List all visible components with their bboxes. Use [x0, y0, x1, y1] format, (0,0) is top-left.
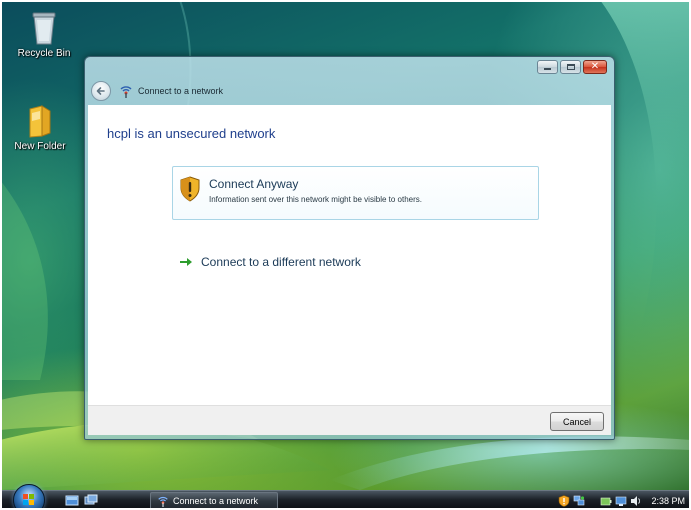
back-button[interactable] — [91, 81, 111, 101]
desktop-icon-recycle-bin[interactable]: Recycle Bin — [13, 10, 75, 59]
minimize-button[interactable] — [537, 60, 558, 74]
wireless-network-icon — [158, 496, 168, 507]
connect-anyway-option[interactable]: Connect Anyway Information sent over thi… — [172, 166, 539, 220]
speaker-icon[interactable] — [630, 495, 642, 507]
system-tray: 2:38 PM — [558, 493, 685, 509]
maximize-icon — [566, 64, 575, 70]
shield-alert-icon[interactable] — [558, 495, 570, 507]
switch-windows-icon[interactable] — [84, 494, 98, 507]
start-button[interactable] — [13, 484, 45, 510]
window-header-title: Connect to a network — [138, 86, 224, 96]
close-icon: ✕ — [590, 61, 600, 72]
folder-icon — [29, 105, 51, 138]
taskbar-button-connect-network[interactable]: Connect to a network — [150, 492, 278, 510]
link-label: Connect to a different network — [201, 255, 361, 269]
desktop-icon-label: Recycle Bin — [17, 48, 71, 59]
window-content: hcpl is an unsecured network Connect Any… — [88, 105, 611, 405]
desktop-icon-label: New Folder — [14, 141, 66, 152]
window-footer: Cancel — [88, 405, 611, 435]
wireless-network-icon — [120, 86, 132, 98]
power-icon[interactable] — [600, 495, 612, 507]
green-arrow-icon — [180, 258, 192, 266]
page-title: hcpl is an unsecured network — [107, 126, 276, 141]
maximize-button[interactable] — [560, 60, 581, 74]
taskbar-button-label: Connect to a network — [173, 496, 259, 506]
show-desktop-icon[interactable] — [65, 494, 79, 507]
windows-logo-icon — [23, 494, 34, 505]
taskbar: Connect to a network 2:38 PM — [0, 484, 691, 510]
window-header: Connect to a network — [88, 77, 611, 105]
shield-warning-icon — [180, 176, 200, 202]
window-controls: ✕ — [537, 60, 607, 74]
back-arrow-icon — [96, 87, 105, 95]
option-title: Connect Anyway — [209, 177, 299, 191]
cancel-button[interactable]: Cancel — [550, 412, 604, 431]
network-icon[interactable] — [573, 495, 585, 507]
network-icon[interactable] — [615, 495, 627, 507]
desktop-icon-new-folder[interactable]: New Folder — [9, 103, 71, 152]
option-description: Information sent over this network might… — [209, 195, 422, 204]
minimize-icon — [544, 68, 551, 70]
connect-different-network-link[interactable]: Connect to a different network — [180, 255, 361, 269]
connect-network-window: ✕ Connect to a network hcpl is an unsecu… — [84, 56, 615, 440]
close-button[interactable]: ✕ — [583, 60, 607, 74]
clock[interactable]: 2:38 PM — [651, 496, 685, 506]
recycle-bin-icon — [32, 12, 56, 45]
